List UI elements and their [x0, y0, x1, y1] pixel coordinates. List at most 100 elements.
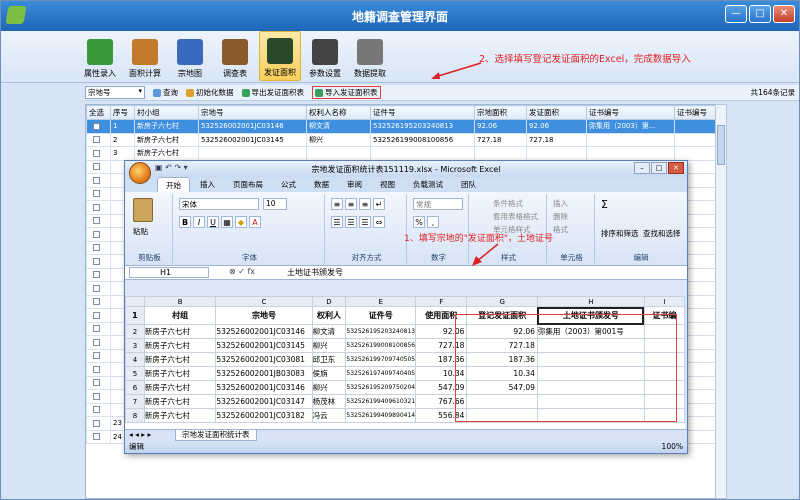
sheet-cell[interactable]: 新房子六七村 [143, 394, 217, 409]
grid-header-cell[interactable]: 证书编号 [674, 105, 715, 120]
sheet-cell[interactable]: 侯旃 [311, 366, 347, 381]
grid-header-cell[interactable]: 证书编号 [586, 105, 675, 120]
zoom-level[interactable]: 100% [662, 441, 683, 453]
align-center-icon[interactable]: ☰ [345, 216, 357, 228]
sheet-header-cell[interactable]: 宗地号 [215, 306, 313, 325]
sheet-cell[interactable] [536, 394, 645, 409]
delete-cells-button[interactable]: 删除 [553, 211, 568, 222]
sheet-cell[interactable] [536, 352, 645, 367]
sheet-cell[interactable]: 532526002001JC03182 [215, 408, 313, 423]
column-header[interactable]: G [466, 296, 538, 307]
sheet-cell[interactable]: 547.09 [466, 380, 538, 395]
table-row[interactable]: 2 新房子六七村 532526002001JC03145 柳兴 532526199008… [86, 132, 715, 147]
sheet-cell[interactable]: 532526199409610321 [345, 394, 417, 409]
table-format-button[interactable]: 套用表格格式 [493, 211, 538, 222]
sheet-cell[interactable]: 新房子六七村 [143, 352, 217, 367]
ribbon-tab[interactable]: 页面布局 [225, 177, 271, 192]
border-icon[interactable]: ▦ [221, 216, 233, 228]
format-cells-button[interactable]: 格式 [553, 224, 568, 235]
row-checkbox[interactable] [93, 392, 100, 400]
toolbar-item-3[interactable]: 调查表 [214, 31, 256, 81]
row-header[interactable]: 6 [125, 380, 145, 395]
sheet-cell[interactable]: 532526002001JC03145 [215, 338, 313, 353]
sheet-cell[interactable]: 532526002001JC03081 [215, 352, 313, 367]
ribbon-tab[interactable]: 插入 [192, 177, 223, 192]
grid-header-cell[interactable]: 证件号 [370, 105, 475, 120]
sheet-cell[interactable]: 532526002001JB03083 [215, 366, 313, 381]
sheet-cell[interactable]: 727.18 [466, 338, 538, 353]
paste-icon[interactable] [133, 198, 153, 222]
ribbon-tab[interactable]: 数据 [306, 177, 337, 192]
sheet-cell[interactable] [643, 380, 685, 395]
formula-input[interactable]: 土地证书颁发号 [287, 267, 343, 278]
sheet-cell[interactable]: 727.18 [415, 338, 468, 353]
column-header[interactable]: I [643, 296, 685, 307]
sheet-cell[interactable]: 532526199409890414 [345, 408, 417, 423]
sheet-cell[interactable]: 532526002001JC03146 [215, 380, 313, 395]
sheet-cell[interactable]: 532526195209750204 [345, 380, 417, 395]
sheet-cell[interactable]: 新房子六七村 [143, 338, 217, 353]
toolbar-item-1[interactable]: 面积计算 [124, 31, 166, 81]
italic-button[interactable]: I [193, 216, 205, 228]
row-checkbox[interactable] [93, 406, 100, 414]
grid-header-cell[interactable]: 序号 [110, 105, 135, 120]
sheet-cell[interactable] [466, 394, 538, 409]
ribbon-tab[interactable]: 公式 [273, 177, 304, 192]
sheet-header-cell[interactable]: 土地证书颁发号 [536, 306, 645, 325]
underline-button[interactable]: U [207, 216, 219, 228]
sheet-header-cell[interactable]: 证书编 [643, 306, 685, 325]
align-middle-icon[interactable]: ≡ [345, 198, 357, 210]
merge-icon[interactable]: ⇔ [373, 216, 385, 228]
sheet-cell[interactable]: 新房子六七村 [143, 366, 217, 381]
column-header[interactable]: E [345, 296, 417, 307]
sheet-cell[interactable] [466, 408, 538, 423]
align-bottom-icon[interactable]: ≡ [359, 198, 371, 210]
sheet-cell[interactable] [536, 380, 645, 395]
grid-header-cell[interactable]: 宗地面积 [474, 105, 527, 120]
grid-header-cell[interactable]: 权利人名称 [306, 105, 371, 120]
grid-header-cell[interactable]: 全选 [86, 105, 111, 120]
column-header[interactable]: D [311, 296, 347, 307]
row-checkbox[interactable] [93, 284, 100, 292]
comma-icon[interactable]: , [427, 216, 439, 228]
excel-close-button[interactable]: ✕ [668, 162, 684, 174]
ribbon-tab[interactable]: 团队 [453, 177, 484, 192]
sheet-cell[interactable]: 532526002001JC03147 [215, 394, 313, 409]
minimize-button[interactable]: — [725, 5, 747, 23]
sheet-cell[interactable]: 92.06 [415, 324, 468, 339]
table-row[interactable]: 3 新房子六七村 [86, 146, 715, 161]
sheet-cell[interactable]: 532526197409740405 [345, 366, 417, 381]
toolbar-item-6[interactable]: 数据提取 [349, 31, 391, 81]
field-select[interactable]: 宗地号 [85, 86, 145, 99]
row-checkbox[interactable] [93, 379, 100, 387]
sheet-cell[interactable]: 杨茂林 [311, 394, 347, 409]
sheet-cell[interactable]: 532526002001JC03146 [215, 324, 313, 339]
sheet-cell[interactable]: 92.06 [466, 324, 538, 339]
row-checkbox[interactable] [93, 149, 100, 157]
maximize-button[interactable]: □ [749, 5, 771, 23]
percent-icon[interactable]: % [413, 216, 425, 228]
row-header[interactable]: 5 [125, 366, 145, 381]
sheet-cell[interactable]: 新房子六七村 [143, 324, 217, 339]
query-button[interactable]: 查询 [153, 87, 178, 98]
fx-icon[interactable]: ⊗ ✓ fx [229, 267, 255, 276]
row-checkbox[interactable] [93, 122, 100, 130]
sum-icon[interactable]: Σ [601, 198, 608, 211]
sheet-cell[interactable] [536, 408, 645, 423]
bold-button[interactable]: B [179, 216, 191, 228]
column-header[interactable]: H [536, 296, 645, 307]
select-all-corner[interactable] [125, 296, 145, 307]
toolbar-item-0[interactable]: 属性录入 [79, 31, 121, 81]
row-checkbox[interactable] [93, 163, 100, 171]
sheet-cell[interactable]: 邱卫东 [311, 352, 347, 367]
column-header[interactable]: C [215, 296, 313, 307]
row-header[interactable]: 3 [125, 338, 145, 353]
sheet-cell[interactable]: 柳文清 [311, 324, 347, 339]
grid-header-cell[interactable]: 发证面积 [526, 105, 587, 120]
grid-header-cell[interactable]: 宗地号 [198, 105, 307, 120]
sheet-header-cell[interactable]: 证件号 [345, 306, 417, 325]
row-checkbox[interactable] [93, 325, 100, 333]
number-format-select[interactable]: 常规 [413, 198, 463, 210]
sheet-cell[interactable]: 532526199008100856 [345, 338, 417, 353]
row-checkbox[interactable] [93, 271, 100, 279]
